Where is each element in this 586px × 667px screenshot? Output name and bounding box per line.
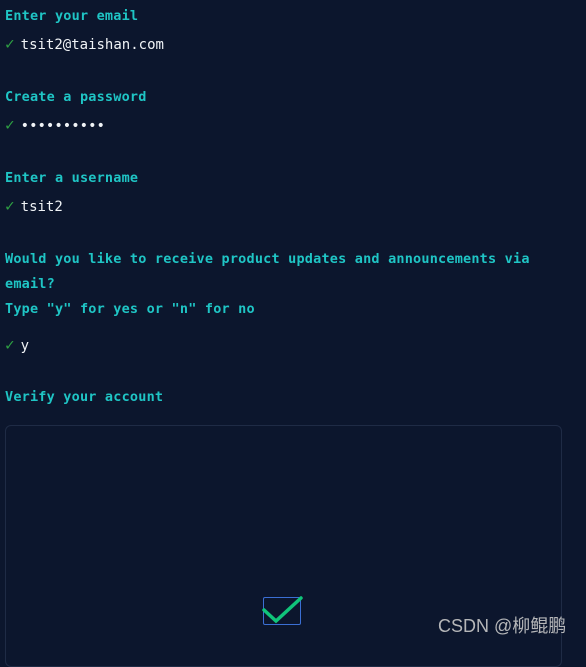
username-answer: ✓ tsit2: [5, 196, 63, 217]
updates-hint: Type "y" for yes or "n" for no: [5, 301, 255, 317]
updates-prompt: Would you like to receive product update…: [5, 251, 530, 292]
updates-answer: ✓ y: [5, 335, 29, 356]
password-answer: ✓ ••••••••••: [5, 115, 105, 136]
check-icon: ✓: [5, 335, 15, 354]
email-value: tsit2@taishan.com: [20, 37, 164, 53]
check-icon: ✓: [5, 196, 15, 215]
email-answer: ✓ tsit2@taishan.com: [5, 34, 164, 55]
username-value: tsit2: [20, 199, 63, 215]
check-icon: ✓: [5, 34, 15, 53]
email-prompt: Enter your email: [5, 8, 139, 24]
check-icon: ✓: [5, 115, 15, 134]
username-prompt: Enter a username: [5, 170, 139, 186]
verify-prompt: Verify your account: [5, 389, 164, 405]
watermark: CSDN @柳鲲鹏: [438, 616, 567, 636]
password-prompt: Create a password: [5, 89, 147, 105]
password-value: ••••••••••: [20, 118, 105, 134]
updates-value: y: [20, 338, 30, 354]
checkmark-icon: [262, 596, 303, 624]
